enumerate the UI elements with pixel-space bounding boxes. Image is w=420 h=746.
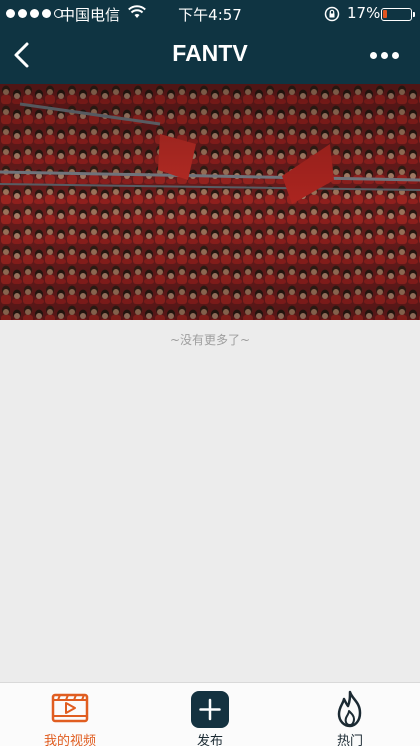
page-title: FANTV — [172, 40, 248, 66]
video-thumbnail[interactable] — [0, 84, 420, 320]
more-dots-icon[interactable] — [370, 48, 404, 62]
status-bar: 中国电信 下午4:57 17% — [0, 0, 420, 28]
flame-icon — [337, 690, 362, 728]
video-play-icon — [51, 693, 89, 723]
tab-label-my-videos: 我的视频 — [43, 734, 96, 746]
tab-label-publish: 发布 — [196, 734, 223, 746]
battery-icon — [381, 8, 415, 21]
rotation-lock-icon — [324, 6, 340, 22]
tab-my-videos[interactable]: 我的视频 — [0, 683, 140, 746]
tab-hot[interactable]: 热门 — [280, 683, 420, 746]
battery-percent: 17% — [347, 4, 381, 22]
battery-level-fill — [383, 10, 387, 18]
plus-icon — [191, 691, 229, 728]
tab-label-hot: 热门 — [336, 734, 363, 746]
end-of-list-text: ~没有更多了~ — [169, 333, 251, 347]
crowd-image — [0, 84, 420, 320]
top-bar: 中国电信 下午4:57 17% FANTV — [0, 0, 420, 84]
tab-publish[interactable]: 发布 — [140, 683, 280, 746]
tab-bar: 我的视频 发布 热门 — [0, 682, 420, 746]
